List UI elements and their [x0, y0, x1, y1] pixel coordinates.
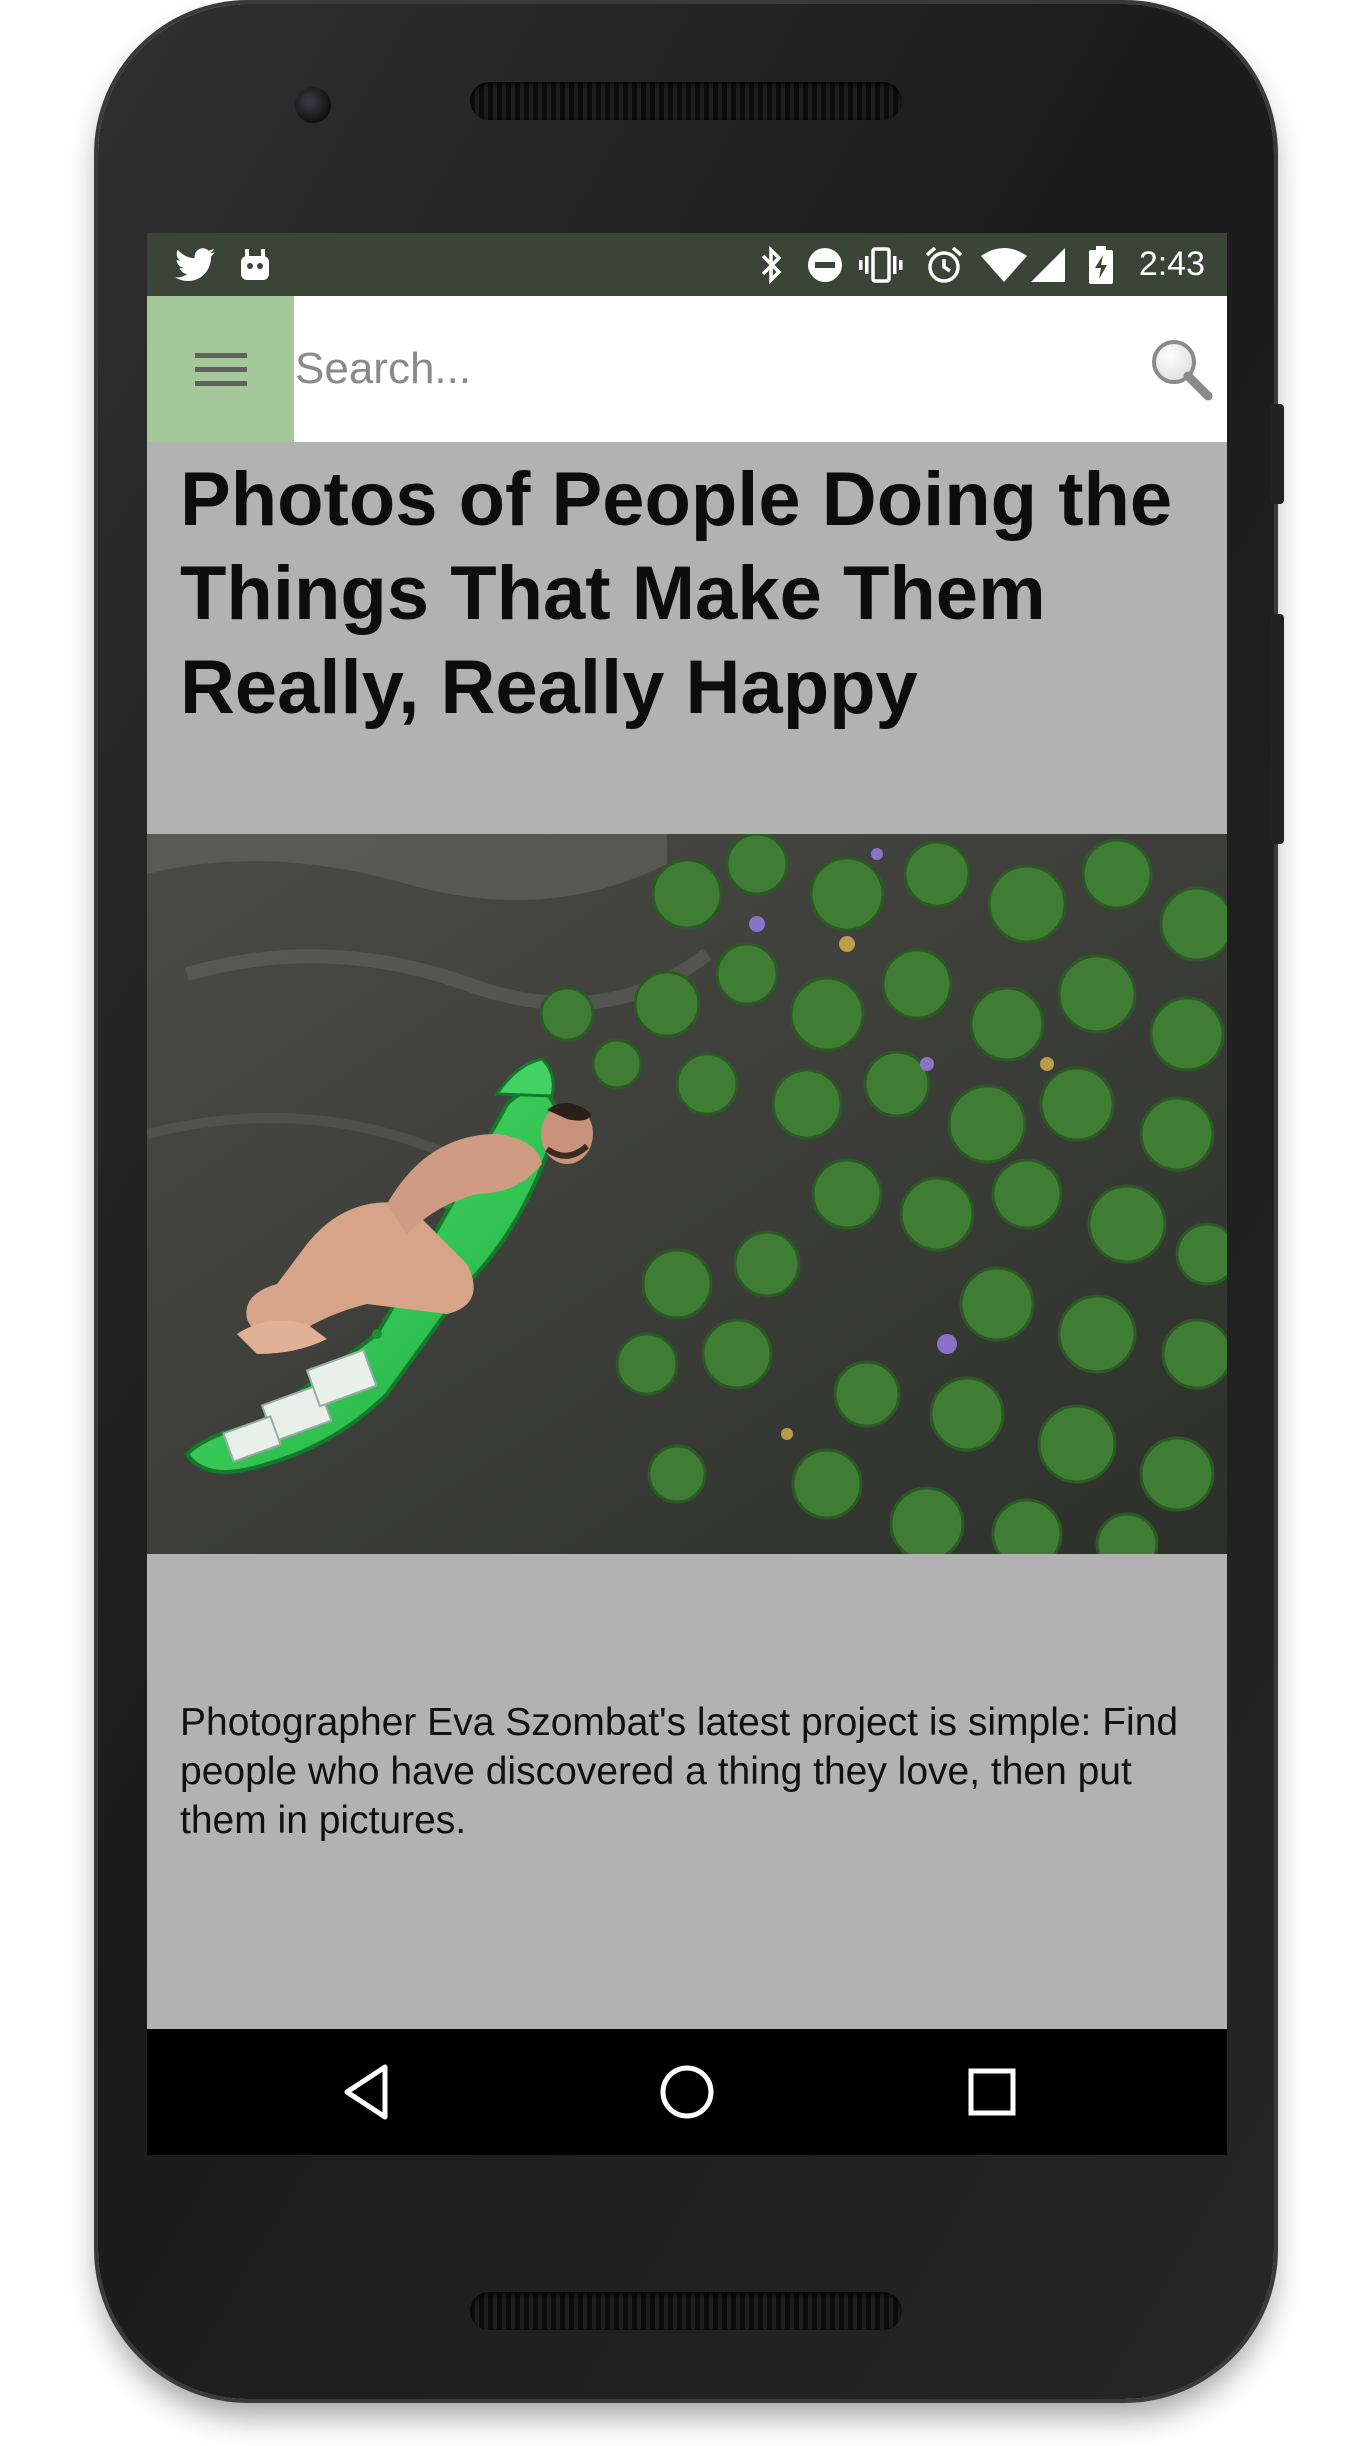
battery-charging-icon: [1089, 246, 1113, 284]
bottom-speaker: [470, 2292, 902, 2330]
power-button: [1270, 404, 1284, 504]
vibrate-icon: [859, 246, 903, 284]
hamburger-menu-icon: [194, 353, 247, 386]
cell-signal-icon: [1031, 246, 1065, 284]
bluetooth-icon: [759, 246, 785, 284]
search-icon: [1152, 340, 1213, 401]
twitter-icon: [175, 246, 215, 284]
article-photo[interactable]: [147, 834, 1227, 1554]
recents-button[interactable]: [959, 2059, 1025, 2125]
back-button[interactable]: [333, 2059, 399, 2125]
android-icon: [239, 246, 271, 284]
front-camera: [295, 87, 331, 123]
do-not-disturb-icon: [807, 246, 843, 284]
volume-button: [1270, 614, 1284, 844]
menu-button[interactable]: [147, 296, 294, 442]
article-title[interactable]: Photos of People Doing the Things That M…: [180, 453, 1200, 735]
status-time: 2:43: [1138, 245, 1205, 283]
search-toolbar: [147, 296, 1227, 442]
article-summary: Photographer Eva Szombat's latest projec…: [180, 1701, 1179, 1842]
status-bar: 2:43: [147, 233, 1227, 296]
home-icon: [660, 2065, 714, 2119]
back-icon: [344, 2064, 388, 2120]
recents-icon: [968, 2068, 1016, 2116]
screen: 2:43 Photos of People D: [147, 233, 1227, 2155]
navigation-bar: [147, 2029, 1227, 2155]
alarm-icon: [925, 246, 963, 284]
top-speaker: [470, 82, 902, 120]
wifi-icon: [981, 246, 1027, 284]
home-button[interactable]: [654, 2059, 720, 2125]
search-button[interactable]: [1143, 331, 1219, 407]
search-input[interactable]: [295, 326, 1115, 412]
